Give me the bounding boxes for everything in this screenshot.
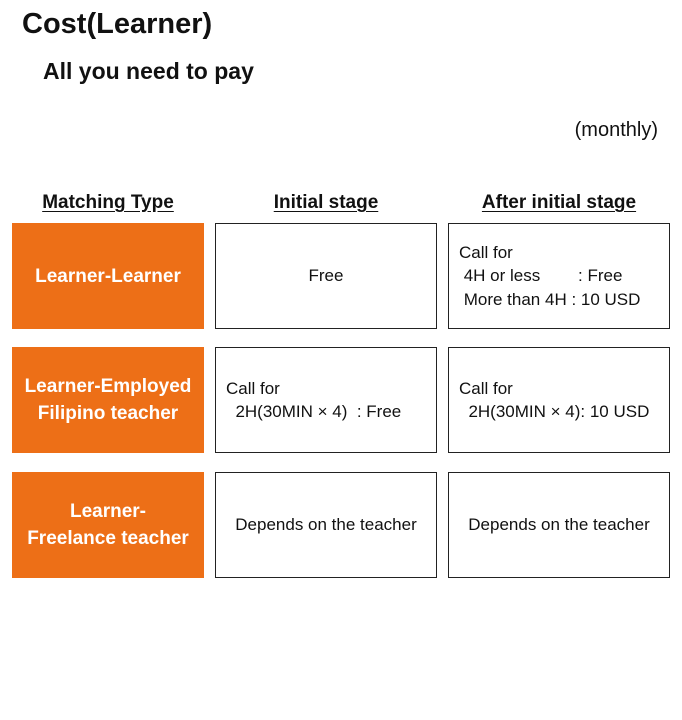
matching-type-label: Learner- (69, 501, 147, 522)
cost-line: Call for (459, 378, 513, 398)
matching-type-label: Learner-Learner (35, 265, 181, 287)
matching-type-label: Freelance teacher (27, 528, 189, 549)
cost-cell-initial-learner-learner: Free (215, 223, 437, 329)
header-after-initial-stage: After initial stage (481, 192, 637, 213)
cost-line: Call for (226, 378, 280, 398)
matching-type-label: Learner-Employed (24, 376, 192, 397)
page-subtitle: All you need to pay (43, 58, 254, 84)
cost-cell-initial-employed-teacher: Call for 2H(30MIN × 4) : Free (215, 347, 437, 453)
billing-period: (monthly) (574, 119, 658, 141)
cost-line: Free (308, 266, 344, 286)
cost-line: Depends on the teacher (235, 515, 417, 535)
cost-line: 2H(30MIN × 4): 10 USD (459, 402, 650, 421)
header-matching-type: Matching Type (42, 192, 174, 213)
matching-type-label: Filipino teacher (37, 403, 179, 424)
page-title: Cost(Learner) (22, 8, 213, 40)
cost-cell-after-employed-teacher: Call for 2H(30MIN × 4): 10 USD (448, 347, 670, 453)
header-initial-stage: Initial stage (273, 192, 379, 213)
cost-line: 4H or less : Free (459, 266, 623, 286)
matching-type-learner-learner: Learner-Learner (12, 223, 204, 329)
cost-cell-after-learner-learner: Call for 4H or less : Free More than 4H … (448, 223, 670, 329)
matching-type-learner-employed-teacher: Learner-Employed Filipino teacher (12, 347, 204, 453)
cost-line: 2H(30MIN × 4) : Free (226, 402, 402, 421)
cost-cell-initial-freelance-teacher: Depends on the teacher (215, 472, 437, 578)
cost-line: More than 4H : 10 USD (459, 289, 641, 309)
cost-line: Depends on the teacher (468, 515, 650, 535)
cost-cell-after-freelance-teacher: Depends on the teacher (448, 472, 670, 578)
cost-line: Call for (459, 242, 513, 262)
matching-type-learner-freelance-teacher: Learner- Freelance teacher (12, 472, 204, 578)
